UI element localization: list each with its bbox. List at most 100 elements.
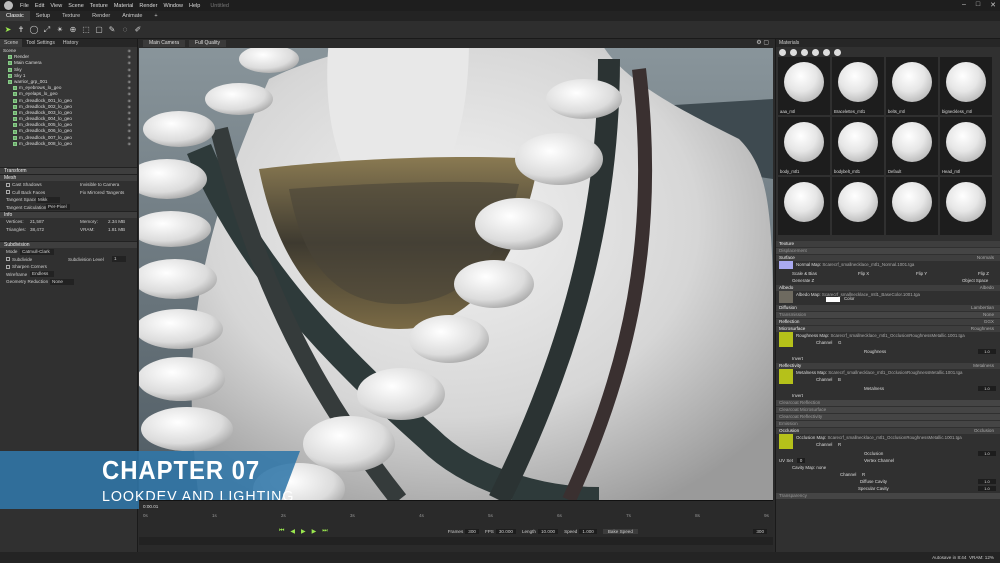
- material-thumb[interactable]: [886, 177, 938, 235]
- material-thumb[interactable]: belts_mtl: [886, 57, 938, 115]
- section-emission[interactable]: Emission: [776, 421, 1000, 427]
- tab-texture[interactable]: Texture: [56, 11, 86, 21]
- tangent-space-select[interactable]: Mikk: [36, 196, 60, 203]
- tab-render[interactable]: Render: [86, 11, 116, 21]
- occlusion-map-row[interactable]: Occlusion Map: Scarecrf_smallnecklace_mt…: [776, 434, 1000, 450]
- material-thumb[interactable]: Bracelettes_mtl1: [832, 57, 884, 115]
- scale-tool-icon[interactable]: ⤢: [42, 25, 52, 35]
- section-reflection[interactable]: Reflection GGX: [776, 319, 1000, 325]
- section-clearcoat-reflection[interactable]: Clearcoat Reflection: [776, 400, 1000, 406]
- length-field[interactable]: 10.000: [538, 528, 559, 534]
- fill-tool-icon[interactable]: ◌: [120, 25, 130, 35]
- menu-texture[interactable]: Texture: [87, 3, 111, 9]
- eyedropper-tool-icon[interactable]: ✐: [133, 25, 143, 35]
- material-thumb[interactable]: bodybelt_mtl1: [832, 117, 884, 175]
- select-material-icon[interactable]: [834, 48, 841, 56]
- lasso-tool-icon[interactable]: ⬚: [81, 25, 91, 35]
- end-frame-field[interactable]: 300: [753, 528, 767, 534]
- close-icon[interactable]: ✕: [990, 1, 996, 9]
- eye-icon[interactable]: ◉: [128, 141, 132, 147]
- cavity-map-row[interactable]: Cavity Map: none: [776, 464, 1000, 471]
- menu-scene[interactable]: Scene: [65, 3, 87, 9]
- uv-set-select[interactable]: 0: [796, 458, 806, 463]
- add-material-icon[interactable]: [779, 48, 786, 56]
- transform-tool-icon[interactable]: ✴: [55, 25, 65, 35]
- tab-animate[interactable]: Animate: [116, 11, 148, 21]
- bake-speed-button[interactable]: Bake Speed: [602, 528, 638, 534]
- checkbox[interactable]: [6, 190, 10, 195]
- speed-field[interactable]: 1.000: [579, 528, 597, 534]
- viewport-options-icon[interactable]: ⚙ ▢: [756, 39, 769, 46]
- tab-add[interactable]: +: [148, 11, 163, 21]
- occlusion-map-swatch[interactable]: [779, 434, 793, 449]
- section-transform[interactable]: Transform: [0, 167, 137, 174]
- minimize-icon[interactable]: –: [962, 1, 966, 9]
- menu-view[interactable]: View: [47, 3, 65, 9]
- albedo-map-row[interactable]: Albedo Map: Scarecrf_smallnecklace_mtl1_…: [776, 291, 1000, 304]
- menu-window[interactable]: Window: [160, 3, 186, 9]
- diffuse-cavity-slider[interactable]: 1.0: [978, 479, 996, 484]
- section-transparency[interactable]: Transparency: [776, 493, 1000, 499]
- roughness-map-swatch[interactable]: [779, 332, 793, 347]
- normal-map-swatch[interactable]: [779, 261, 793, 269]
- tab-scene[interactable]: Scene: [0, 39, 23, 47]
- frames-field[interactable]: 300: [465, 528, 479, 534]
- maximize-icon[interactable]: □: [976, 1, 980, 9]
- cast-shadows-row[interactable]: Cast Shadows Invisible to Camera: [0, 181, 137, 189]
- play-icon[interactable]: ▶: [301, 528, 306, 535]
- duplicate-material-icon[interactable]: [790, 48, 797, 56]
- select-tool-icon[interactable]: ➤: [3, 25, 13, 35]
- menu-help[interactable]: Help: [186, 3, 203, 9]
- menu-render[interactable]: Render: [136, 3, 160, 9]
- metalness-map-swatch[interactable]: [779, 369, 793, 384]
- section-clearcoat-microsurface[interactable]: Clearcoat Microsurface: [776, 407, 1000, 413]
- material-thumb[interactable]: bigneckless_mtl: [940, 57, 992, 115]
- rotate-tool-icon[interactable]: ◯: [29, 25, 39, 35]
- wireframe-select[interactable]: Endless: [30, 271, 54, 278]
- checkbox[interactable]: [6, 182, 10, 187]
- checkbox[interactable]: [6, 257, 10, 262]
- section-diffusion[interactable]: Diffusion Lambertian: [776, 305, 1000, 311]
- material-thumb[interactable]: Default: [886, 117, 938, 175]
- color-swatch[interactable]: [826, 297, 840, 302]
- camera-select[interactable]: Main Camera: [143, 40, 186, 47]
- cull-back-row[interactable]: Cull Back Faces Fix Mirrored Tangents: [0, 189, 137, 197]
- tab-setup[interactable]: Setup: [30, 11, 56, 21]
- paint-tool-icon[interactable]: ✎: [107, 25, 117, 35]
- tangent-calc-select[interactable]: Per-Pixel: [46, 204, 70, 211]
- marquee-tool-icon[interactable]: ▢: [94, 25, 104, 35]
- roughness-map-row[interactable]: Roughness Map: Scarecrf_smallnecklace_mt…: [776, 332, 1000, 348]
- specular-cavity-slider[interactable]: 1.0: [978, 486, 996, 491]
- delete-material-icon[interactable]: [801, 48, 808, 56]
- invert-row[interactable]: Invert: [776, 392, 1000, 399]
- quality-select[interactable]: Full Quality: [189, 40, 227, 47]
- mode-select[interactable]: Catmull-Clark: [20, 248, 54, 255]
- tab-tool-settings[interactable]: Tool Settings: [22, 39, 59, 47]
- metalness-map-row[interactable]: Metalness Map: Scarecrf_smallnecklace_mt…: [776, 369, 1000, 385]
- geom-reduction-select[interactable]: None: [50, 278, 74, 285]
- material-thumb[interactable]: [778, 177, 830, 235]
- viewport[interactable]: Main Camera Full Quality ⚙ ▢: [139, 39, 773, 500]
- subdiv-level-field[interactable]: 1: [112, 256, 126, 263]
- invert-row[interactable]: Invert: [776, 355, 1000, 362]
- tab-history[interactable]: History: [59, 39, 83, 47]
- roughness-slider[interactable]: 1.0: [978, 349, 996, 354]
- section-transmission[interactable]: Transmission None: [776, 312, 1000, 318]
- material-thumb[interactable]: [940, 177, 992, 235]
- timeline-track[interactable]: [139, 537, 773, 545]
- menu-material[interactable]: Material: [111, 3, 137, 9]
- skip-start-icon[interactable]: ⏮: [279, 528, 284, 535]
- section-info[interactable]: Info: [0, 211, 137, 218]
- menu-file[interactable]: File: [17, 3, 32, 9]
- fps-field[interactable]: 30.000: [495, 528, 516, 534]
- section-mesh[interactable]: Mesh: [0, 174, 137, 181]
- checkbox[interactable]: [6, 264, 10, 269]
- albedo-map-swatch[interactable]: [779, 291, 793, 303]
- section-displacement[interactable]: Displacement: [776, 248, 1000, 254]
- timeline-ruler[interactable]: 0s 1s 2s 3s 4s 5s 6s 7s 8s 9s: [139, 513, 773, 520]
- material-thumb[interactable]: Head_mtl: [940, 117, 992, 175]
- import-material-icon[interactable]: [812, 48, 819, 56]
- material-thumb[interactable]: body_mtl1: [778, 117, 830, 175]
- section-subdivision[interactable]: Subdivision: [0, 241, 137, 248]
- section-clearcoat-reflectivity[interactable]: Clearcoat Reflectivity: [776, 414, 1000, 420]
